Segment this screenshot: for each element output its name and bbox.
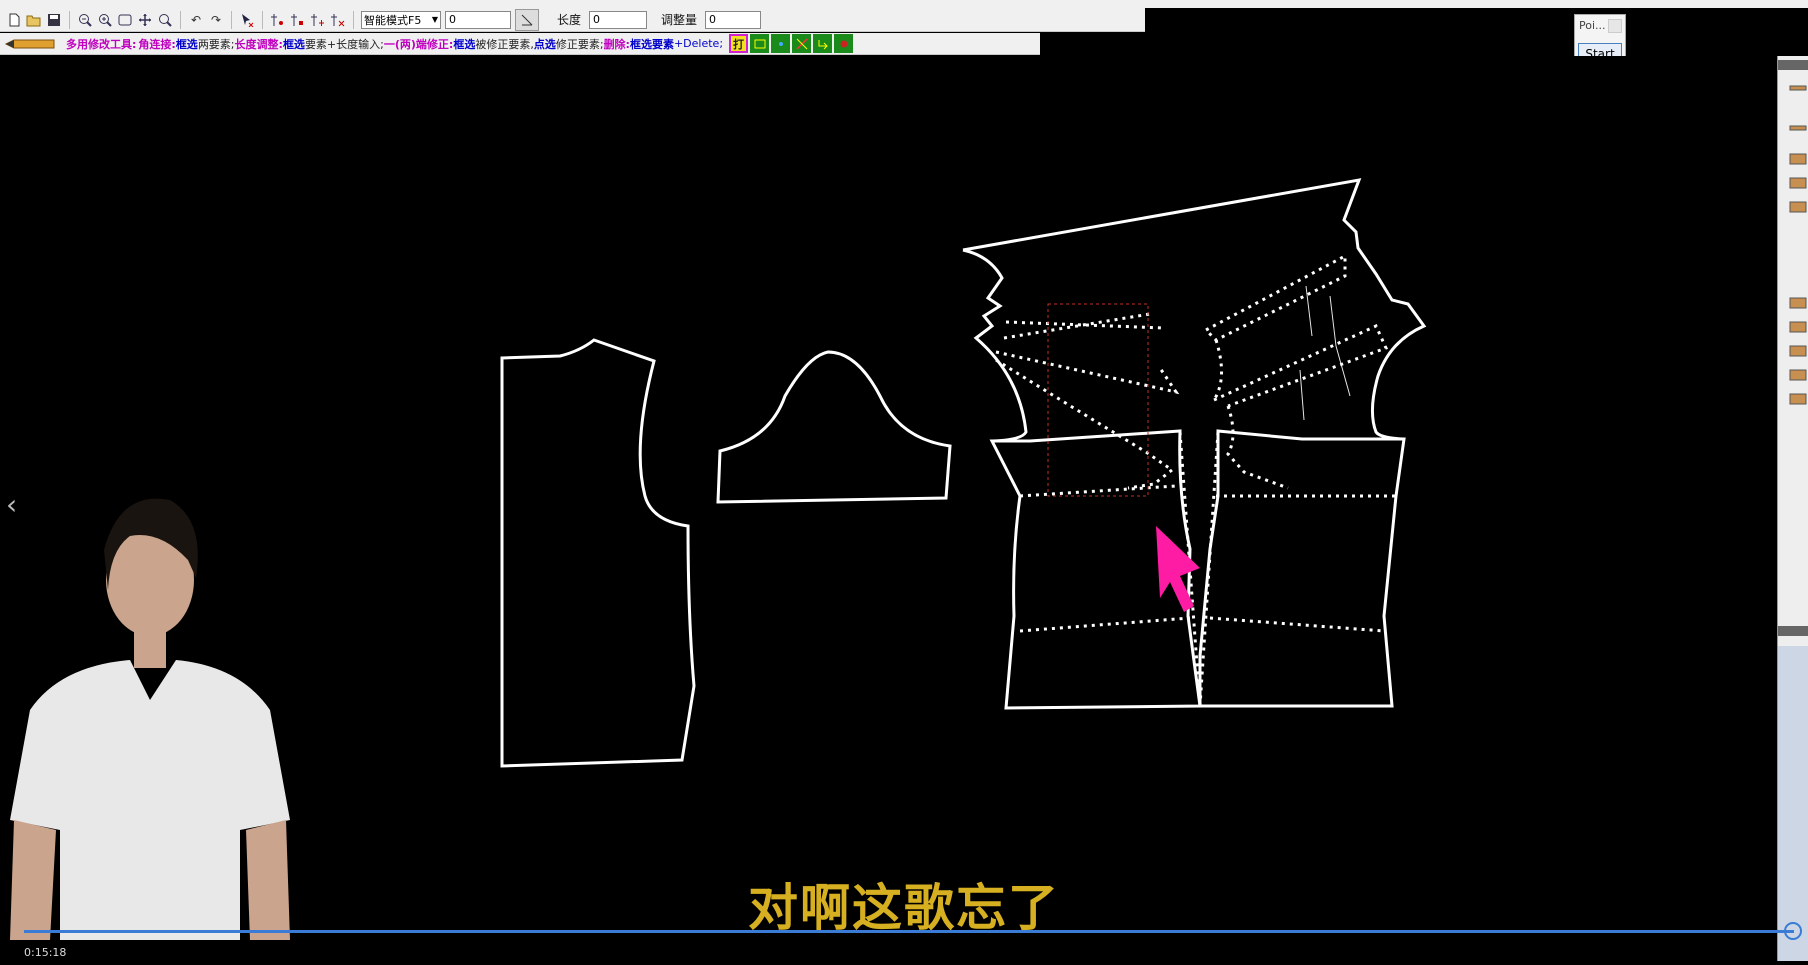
undo-icon[interactable]: ↶ <box>188 12 204 28</box>
length-input[interactable] <box>589 10 648 29</box>
stop-icon[interactable] <box>834 34 854 53</box>
right-tool-icons <box>1778 60 1808 961</box>
progress-knob[interactable] <box>1784 922 1802 940</box>
point-tool-icon[interactable] <box>270 12 286 28</box>
point-tool-4-icon[interactable] <box>330 12 346 28</box>
zoom-fit-icon[interactable] <box>157 12 173 28</box>
toolbar-divider <box>180 10 181 29</box>
hint-end-text-2: 修正要素; <box>555 37 604 51</box>
chevron-down-icon: ▼ <box>431 15 438 24</box>
selection-box <box>1047 303 1149 497</box>
toolbar-divider <box>231 10 232 29</box>
previous-arrow-icon[interactable]: ‹ <box>6 488 17 521</box>
redo-icon[interactable]: ↷ <box>208 12 224 28</box>
hint-corner-label: 角连接: <box>138 37 176 51</box>
mode-select[interactable]: 智能模式F5 ▼ <box>361 10 441 29</box>
print-label: 打 <box>733 37 745 51</box>
pencil-tool-icon[interactable] <box>4 38 60 50</box>
hint-delete-label: 删除: <box>603 37 630 51</box>
hint-corner-select: 框选 <box>175 37 198 51</box>
adjust-label: 调整量 <box>661 13 698 27</box>
lower-body-right[interactable] <box>1198 429 1406 708</box>
hint-end-select: 框选 <box>453 37 476 51</box>
hint-end-text: 被修正要素, <box>475 37 534 51</box>
cut-line-icon[interactable] <box>792 34 812 53</box>
point-tool-3-icon[interactable] <box>310 12 326 28</box>
bodice-piece[interactable] <box>500 338 696 768</box>
select-tool-icon[interactable] <box>239 12 255 28</box>
sleeve-piece[interactable] <box>716 350 952 504</box>
toolbar-divider <box>69 10 70 29</box>
value-input[interactable] <box>445 10 511 29</box>
tool-hint-bar: 多用修改工具: 角连接: 框选 两要素; 长度调整: 框选 要素+长度输入; 一… <box>0 33 1040 55</box>
hint-delete-key: +Delete; <box>673 37 724 50</box>
angle-tool-icon[interactable] <box>515 8 539 31</box>
pan-icon[interactable] <box>137 12 153 28</box>
hint-delete-select: 框选要素 <box>629 37 674 51</box>
cursor-arrow-icon <box>1156 526 1200 612</box>
hint-length-text: 要素+长度输入; <box>304 37 384 51</box>
length-label: 长度 <box>557 13 582 27</box>
main-toolbar: ↶ ↷ 智能模式F5 ▼ 长度 调整量 <box>0 8 1145 32</box>
print-button[interactable]: 打 <box>729 34 749 53</box>
hint-end-select-2: 点选 <box>533 37 556 51</box>
video-timestamp: 0:15:18 <box>24 946 67 959</box>
pattern-canvas[interactable]: ‹ <box>0 56 1777 961</box>
toolbar-divider <box>262 10 263 29</box>
drape-left-edge[interactable] <box>962 248 1028 443</box>
menu-bar <box>0 0 1808 8</box>
right-tool-panel <box>1777 56 1808 961</box>
close-icon[interactable] <box>1608 19 1622 33</box>
new-file-icon[interactable] <box>6 12 22 28</box>
adjust-input[interactable] <box>705 10 762 29</box>
toolbar-divider <box>353 10 354 29</box>
drape-fold-lines <box>995 253 1396 707</box>
drape-top-edge[interactable] <box>962 178 1427 441</box>
connect-icon[interactable] <box>813 34 833 53</box>
construction-lines <box>1299 285 1351 421</box>
hint-corner-text: 两要素; <box>197 37 235 51</box>
save-icon[interactable] <box>46 12 62 28</box>
zoom-in-icon[interactable] <box>97 12 113 28</box>
hint-length-label: 长度调整: <box>234 37 283 51</box>
zoom-out-icon[interactable] <box>77 12 93 28</box>
hint-tool-name: 多用修改工具: <box>66 37 137 51</box>
zoom-window-icon[interactable] <box>117 12 133 28</box>
point-tool-2-icon[interactable] <box>290 12 306 28</box>
video-progress-bar[interactable] <box>24 930 1794 933</box>
mode-select-value: 智能模式F5 <box>364 13 422 27</box>
hint-end-label: 一(两)端修正: <box>383 37 454 51</box>
hint-length-select: 框选 <box>282 37 305 51</box>
point-mode-icon[interactable] <box>771 34 791 53</box>
rect-mode-icon[interactable] <box>750 34 770 53</box>
open-folder-icon[interactable] <box>26 12 42 28</box>
